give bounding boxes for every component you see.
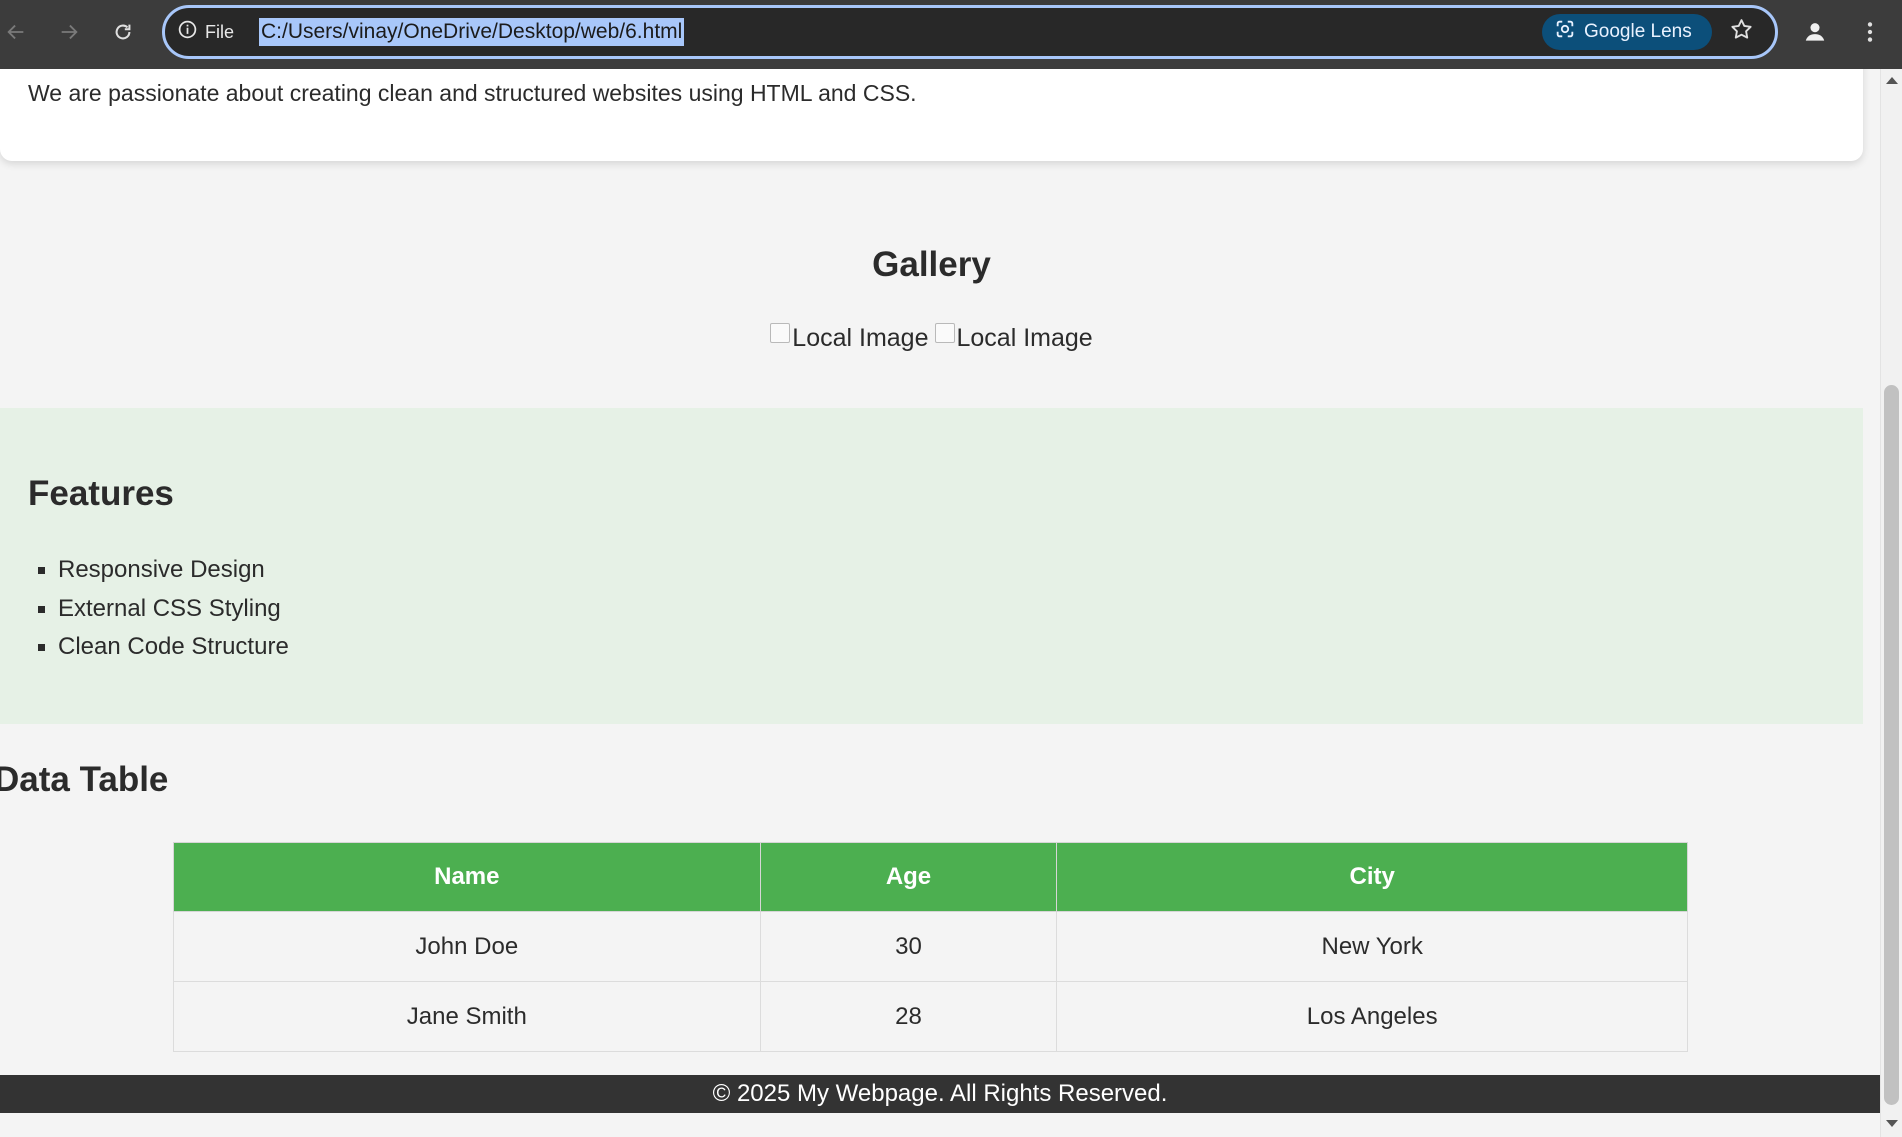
square-bullet-icon bbox=[38, 605, 45, 613]
back-button[interactable] bbox=[0, 16, 34, 52]
scroll-up-arrow-icon[interactable] bbox=[1886, 77, 1898, 84]
scroll-down-arrow-icon[interactable] bbox=[1886, 1120, 1898, 1127]
site-info-button[interactable]: File bbox=[177, 19, 234, 45]
info-icon bbox=[177, 19, 198, 45]
table-cell: John Doe bbox=[173, 911, 761, 982]
profile-icon bbox=[1802, 19, 1828, 50]
data-table: Name Age City John Doe 30 New York Jane … bbox=[173, 842, 1688, 1052]
gallery-image: Local Image bbox=[770, 322, 929, 353]
url-text[interactable]: C:/Users/vinay/OneDrive/Desktop/web/6.ht… bbox=[259, 18, 685, 46]
list-item: Responsive Design bbox=[28, 556, 289, 595]
list-item: External CSS Styling bbox=[28, 595, 289, 634]
bookmark-star-icon bbox=[1729, 17, 1754, 47]
reload-icon bbox=[112, 21, 134, 48]
scrollbar-thumb[interactable] bbox=[1884, 385, 1899, 1105]
column-header-name: Name bbox=[173, 842, 761, 912]
square-bullet-icon bbox=[38, 567, 45, 574]
feature-label: Responsive Design bbox=[58, 556, 265, 583]
back-arrow-icon bbox=[5, 21, 27, 48]
gallery: Local Image Local Image bbox=[0, 322, 1863, 353]
broken-image-icon bbox=[934, 322, 955, 343]
reload-button[interactable] bbox=[105, 16, 141, 52]
footer-text: © 2025 My Webpage. All Rights Reserved. bbox=[712, 1080, 1168, 1107]
column-header-city: City bbox=[1056, 842, 1688, 912]
gallery-image: Local Image bbox=[934, 322, 1093, 353]
google-lens-label: Google Lens bbox=[1584, 21, 1692, 42]
about-section: We are passionate about creating clean a… bbox=[0, 69, 1863, 161]
table-cell: 30 bbox=[759, 911, 1058, 982]
features-list: Responsive Design External CSS Styling C… bbox=[28, 556, 289, 672]
gallery-title: Gallery bbox=[872, 245, 991, 284]
table-row: John Doe 30 New York bbox=[173, 911, 1688, 982]
profile-button[interactable] bbox=[1797, 16, 1833, 52]
feature-label: Clean Code Structure bbox=[58, 633, 289, 660]
vertical-scrollbar[interactable] bbox=[1880, 69, 1902, 1137]
address-bar[interactable]: File C:/Users/vinay/OneDrive/Desktop/web… bbox=[162, 5, 1778, 59]
data-table-title: Data Table bbox=[0, 760, 169, 799]
image-alt-text: Local Image bbox=[792, 324, 929, 352]
more-vert-icon bbox=[1857, 19, 1883, 50]
broken-image-icon bbox=[770, 322, 791, 343]
square-bullet-icon bbox=[38, 644, 45, 651]
features-section: Features Responsive Design External CSS … bbox=[0, 408, 1863, 724]
image-alt-text: Local Image bbox=[956, 324, 1093, 352]
page-bottom-margin bbox=[0, 1113, 1880, 1137]
site-info-label: File bbox=[205, 21, 235, 42]
browser-toolbar: File C:/Users/vinay/OneDrive/Desktop/web… bbox=[0, 0, 1902, 69]
features-title: Features bbox=[28, 474, 174, 513]
table-cell: Los Angeles bbox=[1056, 981, 1688, 1052]
table-header-row: Name Age City bbox=[173, 842, 1688, 912]
column-header-age: Age bbox=[759, 842, 1058, 912]
table-cell: 28 bbox=[759, 981, 1058, 1052]
forward-arrow-icon bbox=[58, 21, 80, 48]
table-row: Jane Smith 28 Los Angeles bbox=[173, 981, 1688, 1052]
list-item: Clean Code Structure bbox=[28, 633, 289, 672]
table-cell: Jane Smith bbox=[173, 981, 761, 1052]
forward-button[interactable] bbox=[51, 16, 87, 52]
about-text: We are passionate about creating clean a… bbox=[28, 80, 917, 106]
table-cell: New York bbox=[1056, 911, 1688, 982]
google-lens-icon bbox=[1554, 18, 1576, 46]
menu-button[interactable] bbox=[1852, 16, 1888, 52]
google-lens-button[interactable]: Google Lens bbox=[1542, 14, 1712, 50]
feature-label: External CSS Styling bbox=[58, 594, 281, 622]
bookmark-button[interactable] bbox=[1725, 16, 1757, 48]
page-viewport: We are passionate about creating clean a… bbox=[0, 69, 1880, 1137]
page-footer: © 2025 My Webpage. All Rights Reserved. bbox=[0, 1075, 1880, 1113]
